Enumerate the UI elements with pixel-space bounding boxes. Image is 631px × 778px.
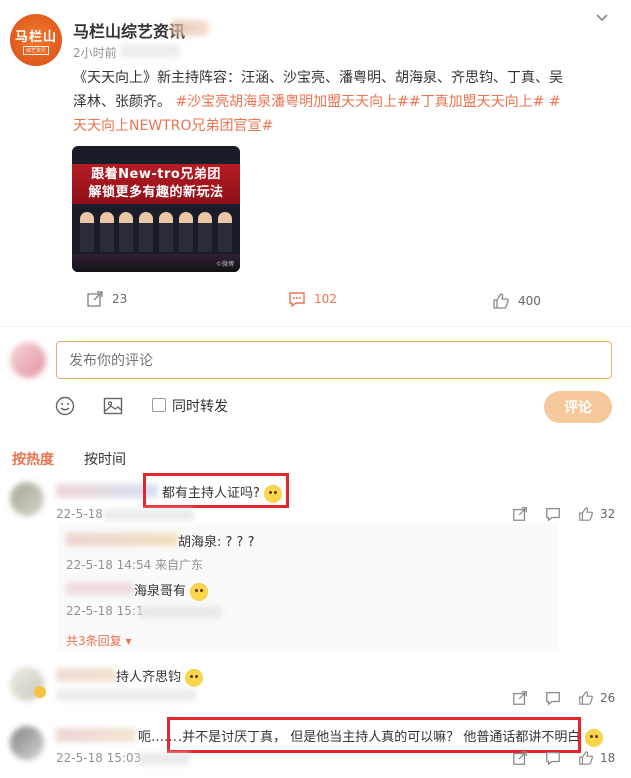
more-replies-label: 共3条回复: [66, 634, 122, 648]
comment-input[interactable]: [56, 341, 612, 379]
emoji-icon[interactable]: [54, 395, 76, 417]
comment-text: 持人齐思钧: [116, 666, 204, 687]
comment-button[interactable]: 102: [288, 290, 337, 308]
reply-text-content: 海泉哥有: [134, 584, 187, 599]
highlight-box: [167, 717, 581, 753]
image-headline: 跟着New-tro兄弟团 解锁更多有趣的新玩法: [72, 166, 240, 202]
caret-down-icon: ▾: [125, 634, 132, 648]
image-person: [178, 212, 193, 252]
comment-repost-button[interactable]: [512, 506, 528, 522]
comment-like-count: 18: [600, 751, 616, 765]
comment-icon: [546, 752, 560, 766]
comment-source-blurred: [104, 509, 194, 521]
share-icon: [513, 751, 527, 765]
comment-like-button[interactable]: 32: [578, 506, 615, 522]
share-icon: [513, 507, 527, 521]
share-icon: [87, 291, 103, 307]
account-badge: [171, 20, 209, 36]
image-people: [80, 212, 232, 252]
thumbs-up-icon: [579, 507, 593, 521]
like-count: 400: [518, 294, 541, 308]
image-person: [119, 212, 134, 252]
account-avatar[interactable]: 马栏山 综艺资讯: [10, 14, 62, 66]
reply-meta: 22-5-18 15:1: [66, 604, 144, 618]
repost-checkbox[interactable]: [152, 398, 166, 412]
reply-author-blurred[interactable]: [66, 533, 178, 546]
repost-count: 23: [112, 292, 128, 306]
image-person: [198, 212, 213, 252]
post-time[interactable]: 2小时前: [73, 44, 117, 61]
commenter-name-blurred[interactable]: [56, 668, 116, 682]
image-stage: [72, 254, 240, 272]
comment-icon: [289, 292, 305, 308]
repost-button[interactable]: 23: [86, 290, 127, 308]
comment-repost-button[interactable]: [512, 750, 528, 766]
comment-reply-button[interactable]: [545, 750, 561, 766]
image-person: [80, 212, 94, 252]
image-watermark: ©微博: [215, 261, 234, 268]
reply-source-blurred: [138, 606, 222, 618]
current-user-avatar[interactable]: [10, 342, 46, 378]
doge-emoji-icon: [190, 582, 209, 601]
submit-comment-button[interactable]: 评论: [544, 391, 612, 423]
comment-repost-button[interactable]: [512, 690, 528, 706]
badge-icon: [34, 686, 46, 698]
post-source-blurred: [120, 44, 180, 58]
account-name[interactable]: 马栏山综艺资讯: [73, 18, 185, 42]
thumbs-up-icon: [579, 691, 593, 705]
tab-sort-hot[interactable]: 按热度: [12, 449, 54, 469]
comment-meta: 22-5-18: [56, 507, 103, 521]
comment-reply-button[interactable]: [545, 506, 561, 522]
more-replies-link[interactable]: 共3条回复 ▾: [66, 632, 132, 649]
like-button[interactable]: 400: [492, 292, 541, 310]
crying-laugh-emoji-icon: [584, 728, 603, 747]
share-icon: [513, 691, 527, 705]
image-person: [139, 212, 154, 252]
tab-sort-time[interactable]: 按时间: [84, 449, 126, 469]
image-person: [158, 212, 173, 252]
comment-like-count: 32: [600, 507, 616, 521]
comment-count: 102: [314, 292, 337, 306]
reply-text: 胡海泉: ? ? ?: [178, 535, 255, 550]
comment-text-content: 持人齐思钧: [116, 670, 182, 685]
avatar-logo-text: 马栏山: [14, 29, 57, 45]
reply-author-blurred[interactable]: [66, 582, 134, 595]
reply-meta: 22-5-18 14:54 来自广东: [66, 558, 204, 572]
image-person: [99, 212, 114, 252]
comment-like-button[interactable]: 18: [578, 750, 615, 766]
commenter-avatar[interactable]: [10, 726, 44, 760]
image-person: [217, 212, 232, 252]
comment-source-blurred: [138, 753, 190, 765]
chevron-down-icon[interactable]: [594, 10, 610, 26]
comment-icon: [546, 692, 560, 706]
comment-like-button[interactable]: 26: [578, 690, 615, 706]
comment-reply-button[interactable]: [545, 690, 561, 706]
avatar-logo-subtext: 综艺资讯: [22, 45, 49, 55]
comment-meta-blurred: [56, 689, 196, 701]
comment-meta: 22-5-18 15:03: [56, 751, 142, 765]
image-headline-line-1: 跟着New-tro兄弟团: [91, 167, 221, 182]
highlight-box: [143, 473, 289, 508]
commenter-avatar[interactable]: [10, 482, 44, 516]
post-image[interactable]: 跟着New-tro兄弟团 解锁更多有趣的新玩法 ©微博: [72, 146, 240, 272]
thumbs-up-icon: [493, 293, 509, 309]
image-headline-line-2: 解锁更多有趣的新玩法: [88, 185, 224, 200]
divider: [0, 326, 631, 327]
thumbs-up-icon: [579, 751, 593, 765]
repost-label[interactable]: 同时转发: [172, 396, 228, 416]
post-text: 《天天向上》新主持阵容：汪涵、沙宝亮、潘粤明、胡海泉、齐思钧、丁真、吴泽林、张颜…: [73, 66, 563, 138]
comment-like-count: 26: [600, 691, 616, 705]
commenter-name-blurred[interactable]: [56, 728, 136, 742]
comment-icon: [546, 508, 560, 522]
image-icon[interactable]: [102, 395, 124, 417]
laughing-emoji-icon: [185, 668, 204, 687]
reply-text: 海泉哥有: [134, 580, 209, 601]
